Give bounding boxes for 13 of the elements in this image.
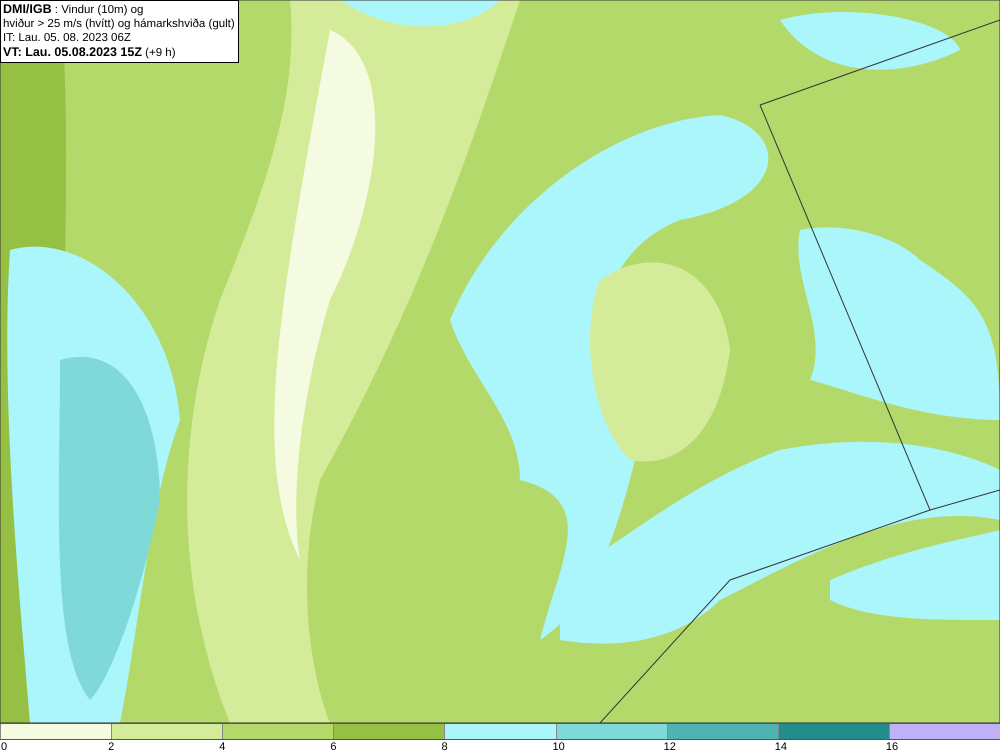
caption-line: DMI/IGB : Vindur (10m) og — [3, 2, 144, 17]
legend-label: 2 — [108, 740, 114, 753]
legend-label: 6 — [330, 740, 336, 753]
legend-label: 8 — [441, 740, 448, 753]
legend-label: 16 — [886, 740, 898, 753]
legend-label: 0 — [1, 740, 8, 753]
legend-label: 14 — [774, 740, 788, 753]
legend-label: 10 — [552, 740, 565, 753]
caption-line: hviður > 25 m/s (hvítt) og hámarkshviða (gult) — [3, 17, 235, 31]
legend-label: 4 — [219, 740, 226, 753]
caption-line: IT: Lau. 05. 08. 2023 06Z — [3, 31, 132, 45]
legend-label: 12 — [664, 740, 676, 753]
caption-line: VT: Lau. 05.08.2023 15Z (+9 h) — [3, 45, 177, 60]
